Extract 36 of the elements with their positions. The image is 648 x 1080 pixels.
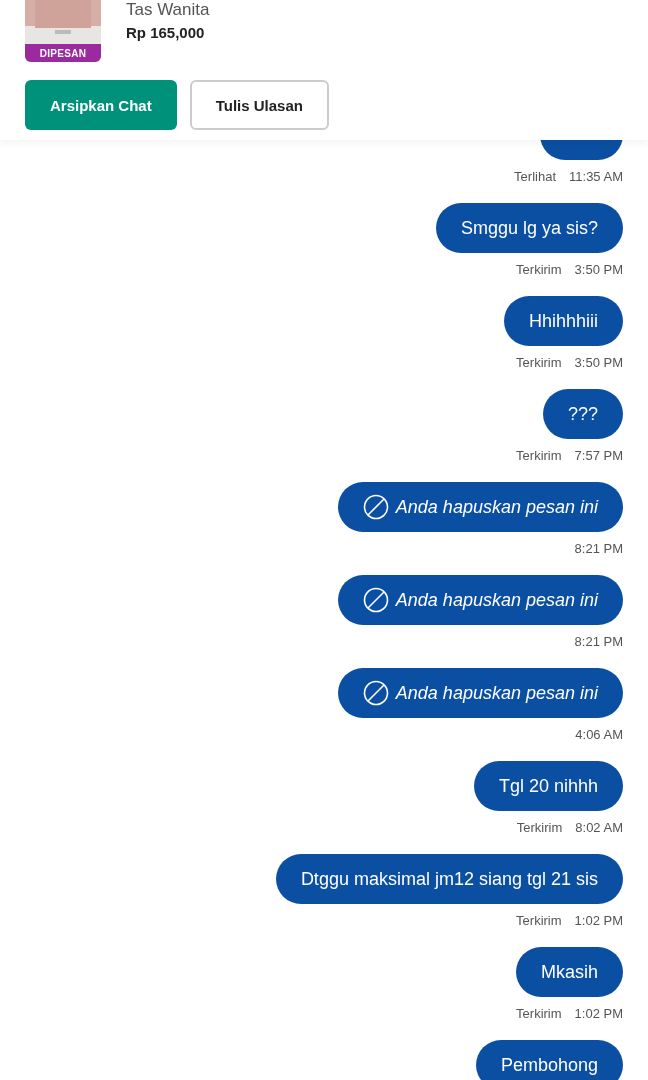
- message-text: Mkasih: [541, 961, 598, 983]
- message-time: 1:02 PM: [574, 913, 623, 928]
- message-time: 8:02 AM: [575, 820, 623, 835]
- message-time: 3:50 PM: [574, 262, 623, 277]
- message-status: Terlihat: [514, 169, 557, 184]
- message-status: Terkirim: [516, 355, 562, 370]
- product-name: Tas Wanita: [126, 0, 210, 20]
- message-status: Terkirim: [516, 820, 563, 835]
- message-text: Tgl 20 nihhh: [498, 775, 598, 797]
- message-text: Pembohong: [500, 1054, 598, 1076]
- write-review-button[interactable]: Tulis Ulasan: [189, 80, 329, 130]
- message-status: Terkirim: [516, 913, 562, 928]
- deleted-icon: [362, 494, 389, 520]
- message-text: Hhihhhiii: [528, 310, 598, 332]
- message-status: Terkirim: [516, 448, 562, 463]
- archive-chat-button[interactable]: Arsipkan Chat: [25, 80, 177, 130]
- message-text: Dtggu maksimal jm12 siang tgl 21 sis: [300, 868, 598, 890]
- message-time: 8:21 PM: [574, 541, 623, 556]
- message-time: 8:21 PM: [574, 634, 623, 649]
- message-status: Terkirim: [516, 262, 562, 277]
- message-time: 1:02 PM: [574, 1006, 623, 1021]
- message-text: Anda hapuskan pesan ini: [395, 496, 598, 518]
- message-text: ???: [567, 403, 598, 425]
- message-text: Smggu lg ya sis?: [460, 217, 598, 239]
- message-time: 7:57 PM: [574, 448, 623, 463]
- product-price: Rp 165,000: [126, 24, 206, 41]
- status-badge: DIPESAN: [25, 44, 101, 62]
- deleted-icon: [362, 587, 389, 613]
- product-thumbnail[interactable]: DIPESAN: [25, 0, 101, 62]
- message-text: Anda hapuskan pesan ini: [395, 589, 598, 611]
- message-status: Terkirim: [516, 1006, 562, 1021]
- message-time: 3:50 PM: [574, 355, 623, 370]
- deleted-icon: [362, 680, 389, 706]
- message-time: 4:06 AM: [575, 727, 623, 742]
- message-text: Anda hapuskan pesan ini: [395, 682, 598, 704]
- message-time: 11:35 AM: [569, 169, 623, 184]
